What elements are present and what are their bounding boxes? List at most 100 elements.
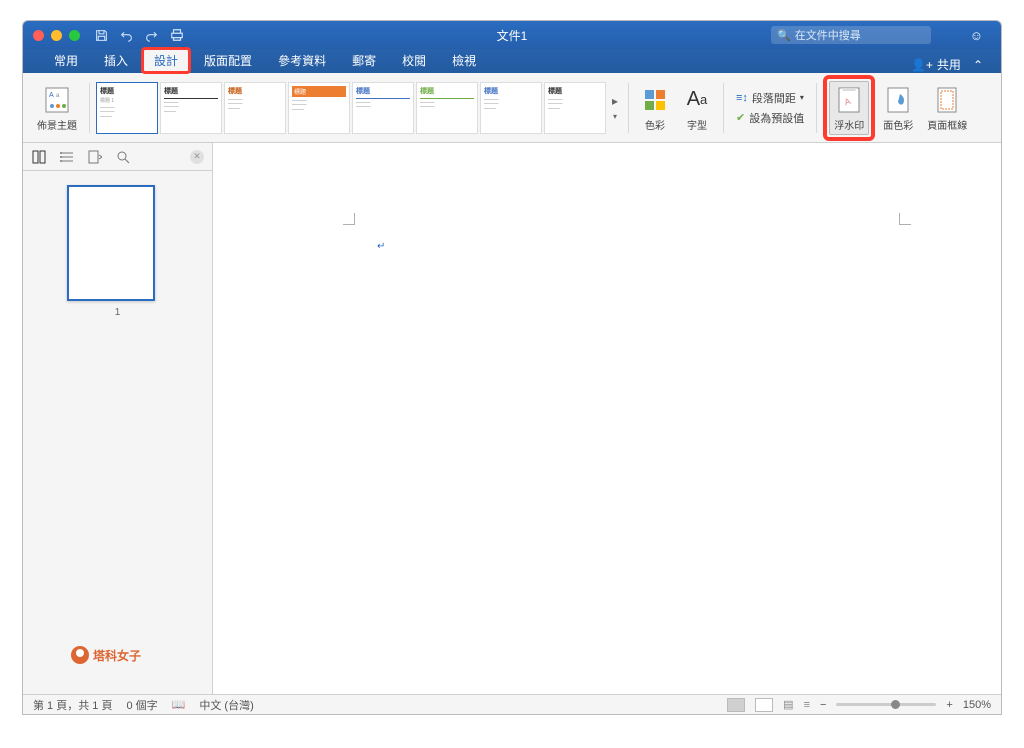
window-controls: [33, 30, 80, 41]
maximize-window-icon[interactable]: [69, 30, 80, 41]
zoom-slider[interactable]: [836, 703, 936, 706]
themes-button[interactable]: Aa 佈景主題: [31, 82, 83, 134]
title-bar: 文件1 🔍 在文件中搜尋 ☺: [23, 21, 1001, 49]
web-layout-view-icon[interactable]: [755, 698, 773, 712]
close-window-icon[interactable]: [33, 30, 44, 41]
tab-layout[interactable]: 版面配置: [191, 48, 265, 73]
review-tab-icon[interactable]: [87, 149, 103, 165]
logo-text: 塔科女子: [93, 647, 141, 664]
ribbon: Aa 佈景主題 標題標題 1━━━━━━━━━━━━━━━━━ 標題━━━━━━…: [23, 73, 1001, 143]
themes-label: 佈景主題: [37, 117, 77, 132]
style-item[interactable]: 標題━━━━━━━━━━━━━━━━━: [288, 82, 350, 134]
save-icon[interactable]: [94, 28, 109, 43]
search-icon: 🔍: [777, 29, 791, 42]
separator: [628, 83, 629, 133]
language-status[interactable]: 中文 (台灣): [199, 697, 253, 713]
style-item[interactable]: 標題━━━━━━━━━━━━━━━━━: [544, 82, 606, 134]
style-title: 標題: [292, 86, 346, 97]
tab-view[interactable]: 檢視: [439, 48, 489, 73]
sidebar-tabs: ✕: [23, 143, 212, 171]
style-item[interactable]: 標題━━━━━━━━━━━━━━━━━: [480, 82, 542, 134]
style-item[interactable]: 標題標題 1━━━━━━━━━━━━━━━━━: [96, 82, 158, 134]
collapse-ribbon-icon[interactable]: ⌃: [973, 58, 983, 72]
zoom-out-icon[interactable]: −: [820, 699, 826, 711]
tab-design[interactable]: 設計: [141, 47, 191, 74]
page-thumbnail[interactable]: [67, 185, 155, 301]
undo-icon[interactable]: [119, 28, 134, 43]
watermark-button[interactable]: A 浮水印: [829, 81, 869, 135]
style-title: 標題: [484, 86, 538, 96]
status-bar: 第 1 頁，共 1 頁 0 個字 📖 中文 (台灣) ▤ ≡ − + 150%: [23, 694, 1001, 714]
zoom-thumb[interactable]: [891, 700, 900, 709]
tab-references[interactable]: 參考資料: [265, 48, 339, 73]
thumbnails-tab-icon[interactable]: [31, 149, 47, 165]
paragraph-mark-icon: ↵: [377, 241, 385, 252]
focus-view-icon[interactable]: ▤: [783, 698, 793, 711]
page-borders-button[interactable]: 頁面框線: [921, 82, 973, 134]
watermark-highlight: A 浮水印: [823, 75, 875, 141]
tab-review[interactable]: 校閱: [389, 48, 439, 73]
style-item[interactable]: 標題━━━━━━━━━━━━━━━━━: [160, 82, 222, 134]
search-placeholder: 在文件中搜尋: [795, 27, 861, 43]
spell-check-icon[interactable]: 📖: [172, 698, 186, 711]
colors-button[interactable]: 色彩: [635, 82, 675, 134]
spacing-label: 段落間距: [752, 90, 796, 106]
share-icon: 👤+: [911, 58, 933, 72]
minimize-window-icon[interactable]: [51, 30, 62, 41]
redo-icon[interactable]: [144, 28, 159, 43]
print-layout-view-icon[interactable]: [727, 698, 745, 712]
spacing-icon: ≡↕: [736, 92, 748, 104]
fonts-label: 字型: [687, 117, 707, 132]
fonts-button[interactable]: Aa 字型: [677, 82, 717, 134]
separator: [816, 83, 817, 133]
style-title: 標題: [164, 86, 218, 96]
word-count[interactable]: 0 個字: [126, 697, 157, 713]
print-icon[interactable]: [169, 28, 184, 43]
share-label: 共用: [937, 56, 961, 73]
tab-insert[interactable]: 插入: [91, 48, 141, 73]
colors-icon: [641, 84, 669, 116]
style-title: 標題: [420, 86, 474, 96]
margin-corner-icon: [899, 213, 911, 225]
zoom-level[interactable]: 150%: [963, 699, 991, 711]
check-icon: ✔: [736, 111, 745, 124]
search-input[interactable]: 🔍 在文件中搜尋: [771, 26, 931, 44]
page-status[interactable]: 第 1 頁，共 1 頁: [33, 697, 112, 713]
ribbon-tabs: 常用 插入 設計 版面配置 參考資料 郵寄 校閱 檢視 👤+ 共用 ⌃: [23, 49, 1001, 73]
page-borders-label: 頁面框線: [927, 117, 967, 132]
publisher-logo: 塔科女子: [71, 646, 141, 664]
page-color-label: 面色彩: [883, 117, 913, 132]
set-default-label: 設為預設值: [749, 110, 804, 126]
headings-tab-icon[interactable]: [59, 149, 75, 165]
page-color-button[interactable]: 面色彩: [877, 82, 919, 134]
quick-access-toolbar: [94, 28, 184, 43]
paragraph-spacing-button[interactable]: ≡↕ 段落間距 ▾: [736, 90, 804, 106]
navigation-sidebar: ✕ 1 塔科女子: [23, 143, 213, 694]
tab-home[interactable]: 常用: [41, 48, 91, 73]
document-title: 文件1: [497, 27, 528, 44]
fonts-icon: Aa: [683, 84, 711, 116]
thumbnail-list: 1: [23, 171, 212, 332]
thumbnail-page-number: 1: [67, 307, 168, 318]
gallery-more-icon[interactable]: ▸▾: [608, 94, 622, 122]
share-button[interactable]: 👤+ 共用 ⌃: [911, 56, 983, 73]
page-color-icon: [884, 84, 912, 116]
document-canvas[interactable]: ↵: [213, 143, 1001, 694]
zoom-in-icon[interactable]: +: [946, 699, 952, 711]
style-title: 標題: [228, 86, 282, 96]
colors-label: 色彩: [645, 117, 665, 132]
separator: [89, 83, 90, 133]
style-item[interactable]: 標題━━━━━━━━━━━━: [416, 82, 478, 134]
feedback-icon[interactable]: ☺: [970, 28, 983, 43]
style-title: 標題: [356, 86, 410, 96]
style-item[interactable]: 標題━━━━━━━━━━━━━━━━━: [224, 82, 286, 134]
tab-mailings[interactable]: 郵寄: [339, 48, 389, 73]
style-item[interactable]: 標題━━━━━━━━━━━━: [352, 82, 414, 134]
style-title: 標題: [548, 86, 602, 96]
close-sidebar-icon[interactable]: ✕: [190, 150, 204, 164]
style-gallery[interactable]: 標題標題 1━━━━━━━━━━━━━━━━━ 標題━━━━━━━━━━━━━━…: [96, 79, 622, 137]
page[interactable]: ↵: [243, 153, 991, 694]
outline-view-icon[interactable]: ≡: [804, 699, 810, 711]
set-default-button[interactable]: ✔ 設為預設值: [736, 110, 804, 126]
find-tab-icon[interactable]: [115, 149, 131, 165]
